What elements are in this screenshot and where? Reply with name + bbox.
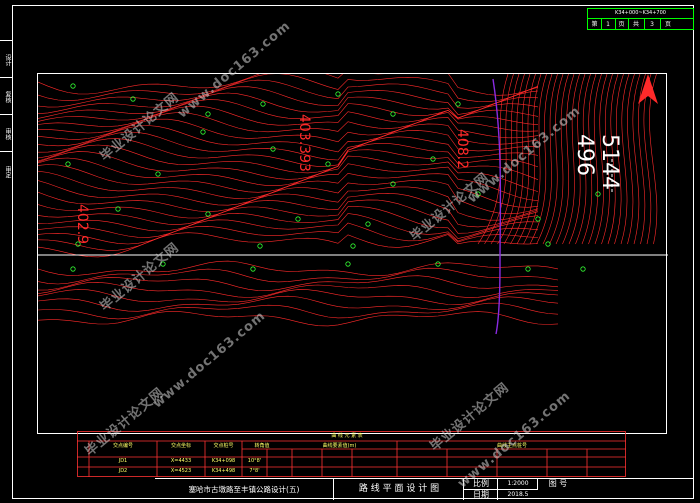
- header-angle: 转角值: [254, 443, 270, 449]
- left-cell-design: 设计: [0, 40, 12, 78]
- contour-label-5: 402.9: [74, 204, 90, 244]
- curve-elements-table: 曲 线 元 素 表 交点编号 交点坐标 交点桩号 转角值 曲线要素值(m) 曲线…: [77, 431, 626, 477]
- left-cell-review: 审核: [0, 114, 12, 152]
- sheet-page-unit: 页: [615, 19, 629, 30]
- contour-label-3: 403.393: [296, 114, 312, 172]
- sheet-total-label: 共: [628, 19, 645, 30]
- row2-coord: X=4523: [170, 468, 192, 474]
- row1-angle: 10°8': [247, 458, 262, 464]
- sheet-total-unit: 页: [664, 21, 671, 28]
- contour-label-4: 408.2: [454, 129, 470, 169]
- sheet-number-box: K34+000~K34+700 第 1 页 共 3 页: [587, 8, 694, 30]
- contour-label-2: 496: [572, 134, 597, 176]
- sheet-total-no: 3: [644, 19, 661, 30]
- left-cell-approve: 审定: [0, 151, 12, 191]
- left-cell-check: 复核: [0, 77, 12, 115]
- header-curve-elements: 曲线要素值(m): [322, 443, 357, 449]
- row1-jd: JD1: [118, 458, 128, 464]
- drawing-no-label: 图 号: [537, 479, 578, 489]
- contour-label-1: 5144: [597, 134, 622, 190]
- sheet-code: K34+000~K34+700: [588, 9, 693, 19]
- scale-value: 1:2000: [497, 479, 538, 490]
- project-name: 塞哈市古墩路至丰镇公路设计(五): [188, 485, 300, 494]
- row2-station: K34+498: [211, 468, 236, 474]
- row2-angle: 7°8': [249, 468, 260, 474]
- date-value: 2018.5: [497, 490, 538, 500]
- boundary-route: [492, 78, 502, 335]
- sheet-page-label: 第: [588, 19, 602, 30]
- sheet-page-no: 1: [601, 19, 616, 30]
- row1-station: K34+098: [211, 458, 236, 464]
- drawing-title: 路 线 平 面 设 计 图: [333, 479, 464, 500]
- header-jd-coord: 交点坐标: [170, 443, 191, 449]
- row1-coord: X=4433: [170, 458, 192, 464]
- table-caption: 曲 线 元 素 表: [331, 433, 363, 439]
- date-label: 日期: [463, 490, 498, 500]
- row2-jd: JD2: [118, 468, 128, 474]
- header-jd-station: 交点桩号: [213, 443, 234, 449]
- title-bar: 塞哈市古墩路至丰镇公路设计(五) 路 线 平 面 设 计 图 比例 1:2000…: [155, 478, 694, 500]
- left-approval-strip: 设计 复核 审核 审定: [0, 40, 13, 190]
